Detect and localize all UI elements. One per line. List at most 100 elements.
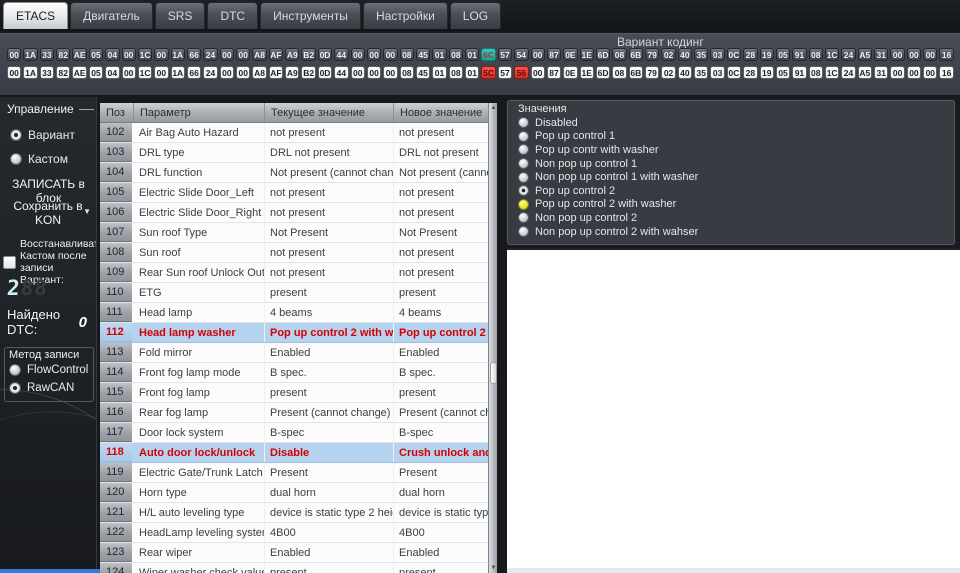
table-row[interactable]: 124 Wiper washer check value present presen…: [100, 563, 488, 573]
hex-byte[interactable]: 57: [497, 48, 513, 61]
checkbox-icon[interactable]: [3, 255, 16, 269]
hex-byte[interactable]: 03: [710, 48, 725, 61]
hex-byte[interactable]: 08: [448, 66, 464, 79]
value-option[interactable]: Non pop up control 1: [508, 157, 954, 171]
table-row[interactable]: 104DRL functionNot present (cannot chang…: [100, 163, 488, 183]
table-row[interactable]: 107 Sun roof Type Not Present Not Present: [100, 223, 488, 243]
hex-byte[interactable]: 00: [121, 66, 136, 79]
table-scrollbar[interactable]: ▲ ▼: [488, 103, 497, 573]
hex-byte[interactable]: 05: [775, 48, 791, 61]
hex-byte[interactable]: 44: [334, 66, 349, 79]
column-header[interactable]: Текущее значение: [265, 103, 394, 122]
mode-option[interactable]: Кастом: [10, 152, 75, 166]
write-method-option[interactable]: FlowControl: [9, 364, 93, 376]
hex-byte[interactable]: AE: [72, 66, 87, 79]
hex-byte[interactable]: 82: [56, 48, 71, 61]
hex-byte[interactable]: 66: [186, 48, 202, 61]
tab-etacs[interactable]: ETACS: [3, 2, 69, 29]
hex-byte[interactable]: 56: [514, 66, 529, 79]
hex-byte[interactable]: 0E: [563, 48, 578, 61]
scrollbar-thumb[interactable]: [490, 362, 497, 384]
hex-byte[interactable]: 08: [399, 48, 414, 61]
hex-byte[interactable]: 31: [874, 48, 889, 61]
table-row[interactable]: 110 ETG present present: [100, 283, 488, 303]
hex-byte[interactable]: 6D: [595, 48, 611, 61]
radio-icon[interactable]: [518, 171, 529, 183]
hex-byte[interactable]: A9: [285, 48, 300, 61]
hex-byte[interactable]: 00: [530, 48, 545, 61]
hex-byte[interactable]: 6B: [628, 66, 644, 79]
table-row[interactable]: 103 DRL type DRL not present DRL not presen…: [100, 143, 488, 163]
hex-byte[interactable]: 57: [497, 66, 513, 79]
radio-icon[interactable]: [518, 212, 529, 224]
hex-byte[interactable]: 08: [399, 66, 414, 79]
hex-byte[interactable]: 40: [677, 48, 693, 61]
hex-byte[interactable]: 1A: [170, 48, 185, 61]
table-row[interactable]: 102 Air Bag Auto Hazard not present not pre…: [100, 123, 488, 143]
hex-byte[interactable]: 00: [383, 66, 398, 79]
hex-byte[interactable]: 45: [415, 48, 431, 61]
hex-byte[interactable]: 00: [890, 66, 905, 79]
hex-byte[interactable]: 08: [612, 48, 627, 61]
hex-byte[interactable]: 24: [203, 48, 218, 61]
hex-byte[interactable]: 04: [105, 66, 120, 79]
hex-byte[interactable]: 33: [39, 66, 55, 79]
hex-byte[interactable]: 45: [415, 66, 431, 79]
table-row[interactable]: 111 Head lamp 4 beams 4 beams: [100, 303, 488, 323]
hex-byte[interactable]: 91: [792, 48, 807, 61]
value-option[interactable]: Pop up contr with washer: [508, 143, 954, 157]
value-option[interactable]: Non pop up control 1 with washer: [508, 170, 954, 184]
column-header[interactable]: Параметр: [134, 103, 265, 122]
hex-byte[interactable]: 6D: [595, 66, 611, 79]
write-method-option[interactable]: RawCAN: [9, 382, 93, 394]
hex-byte[interactable]: 1E: [579, 48, 594, 61]
hex-byte[interactable]: AF: [268, 48, 284, 61]
hex-byte[interactable]: 24: [841, 48, 856, 61]
hex-byte[interactable]: 00: [923, 48, 938, 61]
hex-byte[interactable]: 00: [383, 48, 398, 61]
table-row[interactable]: 114 Front fog lamp mode B spec. B spec.: [100, 363, 488, 383]
table-row[interactable]: 113 Fold mirror Enabled Enabled: [100, 343, 488, 363]
table-row[interactable]: 108 Sun roof not present not present: [100, 243, 488, 263]
tab-srs[interactable]: SRS: [154, 2, 206, 29]
hex-byte[interactable]: 01: [432, 66, 447, 79]
hex-byte[interactable]: 44: [334, 48, 349, 61]
radio-icon[interactable]: [10, 129, 22, 141]
value-option[interactable]: Pop up control 2 with washer: [508, 198, 954, 212]
hex-byte[interactable]: AE: [72, 48, 87, 61]
hex-byte[interactable]: 00: [350, 66, 365, 79]
hex-byte[interactable]: 31: [874, 66, 889, 79]
radio-icon[interactable]: [9, 382, 21, 394]
hex-byte[interactable]: 24: [841, 66, 856, 79]
radio-icon[interactable]: [9, 364, 21, 376]
hex-byte[interactable]: 0C: [726, 66, 742, 79]
hex-byte[interactable]: 00: [219, 66, 235, 79]
hex-byte[interactable]: 00: [154, 48, 169, 61]
hex-byte[interactable]: 1A: [23, 48, 38, 61]
hex-byte[interactable]: 05: [88, 66, 104, 79]
hex-byte[interactable]: 0C: [726, 48, 742, 61]
value-option[interactable]: Non pop up control 2 with wahser: [508, 225, 954, 239]
hex-byte[interactable]: 28: [743, 66, 758, 79]
hex-byte[interactable]: B2: [301, 48, 316, 61]
hex-byte[interactable]: A8: [252, 66, 267, 79]
radio-icon[interactable]: [518, 198, 529, 210]
hex-byte[interactable]: 00: [236, 48, 251, 61]
hex-byte[interactable]: 00: [366, 66, 382, 79]
table-row[interactable]: 121 H/L auto leveling type device is stati…: [100, 503, 488, 523]
radio-icon[interactable]: [518, 185, 529, 197]
hex-byte[interactable]: 19: [759, 66, 774, 79]
radio-icon[interactable]: [518, 226, 529, 238]
hex-byte[interactable]: 40: [677, 66, 693, 79]
hex-byte[interactable]: 1C: [137, 66, 153, 79]
hex-byte[interactable]: 00: [121, 48, 136, 61]
hex-byte[interactable]: 35: [694, 66, 709, 79]
hex-byte[interactable]: 1C: [137, 48, 153, 61]
hex-byte[interactable]: 01: [465, 48, 480, 61]
hex-byte[interactable]: A5: [857, 48, 873, 61]
hex-byte[interactable]: 54: [514, 48, 529, 61]
hex-byte[interactable]: 79: [645, 48, 660, 61]
hex-byte[interactable]: A9: [285, 66, 300, 79]
tab-tools[interactable]: Инструменты: [260, 2, 361, 29]
radio-icon[interactable]: [518, 130, 529, 142]
